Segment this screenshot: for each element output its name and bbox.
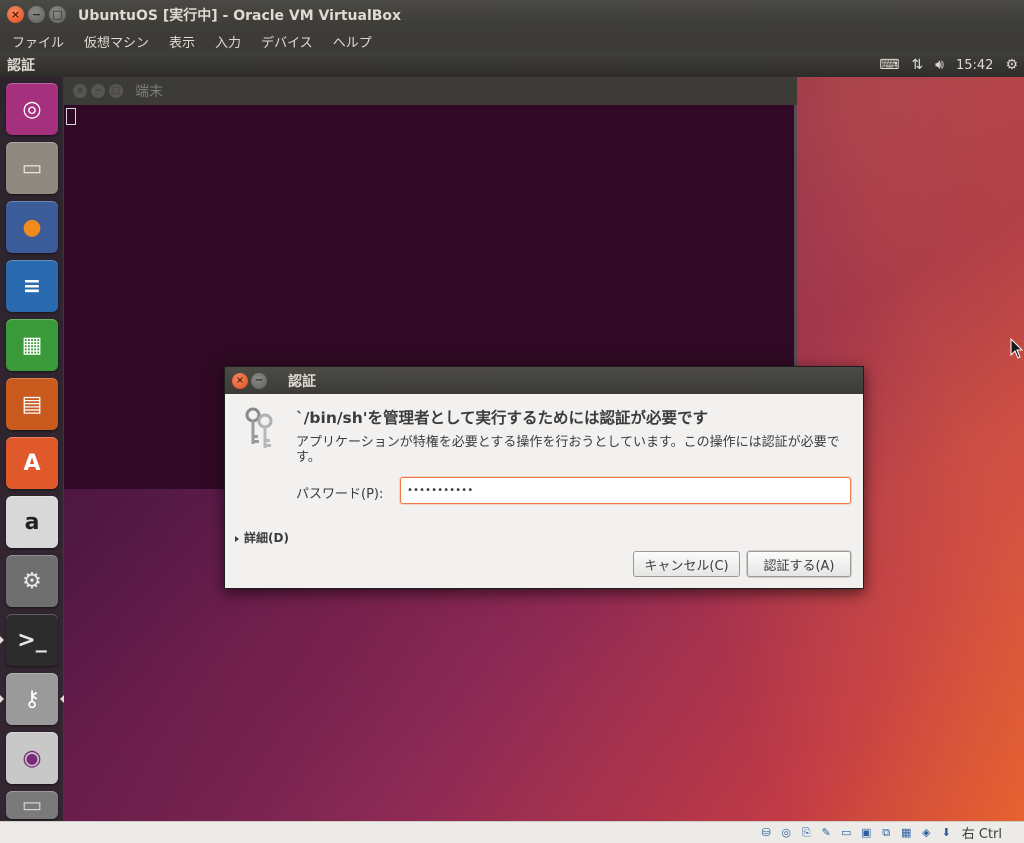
- menu-help[interactable]: ヘルプ: [325, 32, 380, 51]
- vbox-maximize-button[interactable]: □: [49, 6, 66, 23]
- dialog-close-button[interactable]: ×: [232, 372, 248, 389]
- vbox-window-title: UbuntuOS [実行中] - Oracle VM VirtualBox: [78, 7, 402, 24]
- indicator-area: ⌨ ⇅ 🔊︎ 15:42 ⚙: [879, 53, 1018, 77]
- launcher-dvd-drive-icon[interactable]: ◉: [6, 732, 58, 784]
- mouse-integration-icon[interactable]: ◈: [918, 824, 935, 841]
- vbox-menubar: ファイル 仮想マシン 表示 入力 デバイス ヘルプ: [0, 29, 1024, 53]
- launcher-authentication-keys-icon[interactable]: ⚷: [6, 673, 58, 725]
- terminal-close-button[interactable]: ×: [73, 84, 87, 98]
- vbox-window-controls: × − □: [7, 6, 66, 23]
- terminal-maximize-button[interactable]: □: [109, 84, 123, 98]
- cancel-button[interactable]: キャンセル(C): [633, 551, 740, 577]
- keyboard-capture-icon[interactable]: ⬇: [938, 824, 955, 841]
- authentication-dialog: × − 認証 `/bin/sh'を管理者として実行するためには認証が必要です ア…: [224, 366, 864, 589]
- expander-arrow-icon: [235, 535, 239, 542]
- menu-machine[interactable]: 仮想マシン: [76, 32, 157, 51]
- hard-disk-icon[interactable]: ⛁: [758, 824, 775, 841]
- dialog-message: アプリケーションが特権を必要とする操作を行おうとしています。この操作には認証が必…: [296, 435, 840, 465]
- vbox-statusbar: ⛁ ◎ ⎘ ✎ ▭ ▣ ⧉ ▦ ◈ ⬇ 右 Ctrl: [0, 821, 1024, 843]
- launcher-libreoffice-impress-icon[interactable]: ▤: [6, 378, 58, 430]
- mouse-pointer-icon: [1010, 338, 1024, 359]
- network-icon[interactable]: ⇅: [911, 57, 923, 73]
- keyboard-icon[interactable]: ⌨: [879, 57, 899, 73]
- network-adapter-icon[interactable]: ▣: [858, 824, 875, 841]
- vbox-close-button[interactable]: ×: [7, 6, 24, 23]
- vbox-titlebar: × − □ UbuntuOS [実行中] - Oracle VM Virtual…: [0, 0, 1024, 29]
- clock[interactable]: 15:42: [956, 58, 993, 73]
- menu-view[interactable]: 表示: [161, 32, 203, 51]
- host-key-label: 右 Ctrl: [961, 827, 1002, 842]
- dialog-heading: `/bin/sh'を管理者として実行するためには認証が必要です: [296, 409, 709, 427]
- vbox-minimize-button[interactable]: −: [28, 6, 45, 23]
- dialog-titlebar: × − 認証: [225, 367, 863, 394]
- launcher-firefox-icon[interactable]: ●: [6, 201, 58, 253]
- launcher-trash-icon[interactable]: ▭: [6, 791, 58, 819]
- details-label: 詳細(D): [244, 531, 289, 545]
- terminal-cursor: [66, 108, 76, 125]
- unity-launcher: ◎ ▭ ● ≡ ▦ ▤ Aa ⚙ >_ ⚷ ◉ ▭: [0, 77, 64, 821]
- details-expander[interactable]: 詳細(D): [235, 529, 289, 546]
- menu-file[interactable]: ファイル: [4, 32, 72, 51]
- launcher-amazon-icon[interactable]: a: [6, 496, 58, 548]
- ubuntu-top-panel: 認証 ⌨ ⇅ 🔊︎ 15:42 ⚙: [0, 53, 1024, 77]
- authenticate-button[interactable]: 認証する(A): [747, 551, 851, 577]
- terminal-titlebar: × − □ 端末: [64, 77, 797, 105]
- video-capture-icon[interactable]: ⧉: [878, 824, 895, 841]
- password-input[interactable]: [400, 477, 851, 504]
- menu-input[interactable]: 入力: [207, 32, 249, 51]
- dialog-title: 認証: [288, 373, 316, 390]
- launcher-system-settings-icon[interactable]: ⚙: [6, 555, 58, 607]
- active-app-name: 認証: [7, 58, 35, 74]
- usb-icon[interactable]: ⎘: [798, 824, 815, 841]
- shared-folder-icon[interactable]: ✎: [818, 824, 835, 841]
- password-label: パスワード(P):: [296, 487, 384, 502]
- settings-gear-icon[interactable]: ⚙: [1005, 57, 1018, 73]
- terminal-minimize-button[interactable]: −: [91, 84, 105, 98]
- keys-icon: [245, 407, 273, 448]
- volume-icon[interactable]: 🔊︎: [935, 57, 944, 73]
- launcher-ubuntu-dash-icon[interactable]: ◎: [6, 83, 58, 135]
- launcher-terminal-icon[interactable]: >_: [6, 614, 58, 666]
- guest-screen[interactable]: 認証 ⌨ ⇅ 🔊︎ 15:42 ⚙ ◎ ▭ ● ≡ ▦ ▤ Aa ⚙ >_ ⚷ ◉ ▭ × − □ 端…: [0, 53, 1024, 821]
- optical-disk-icon[interactable]: ◎: [778, 824, 795, 841]
- terminal-title: 端末: [135, 84, 163, 100]
- launcher-files-icon[interactable]: ▭: [6, 142, 58, 194]
- launcher-libreoffice-calc-icon[interactable]: ▦: [6, 319, 58, 371]
- running-indicator: [0, 695, 4, 703]
- running-indicator: [0, 636, 4, 644]
- dialog-minimize-button[interactable]: −: [251, 372, 267, 389]
- launcher-libreoffice-writer-icon[interactable]: ≡: [6, 260, 58, 312]
- launcher-ubuntu-software-icon[interactable]: A: [6, 437, 58, 489]
- cpu-icon[interactable]: ▦: [898, 824, 915, 841]
- display-icon[interactable]: ▭: [838, 824, 855, 841]
- menu-devices[interactable]: デバイス: [253, 32, 321, 51]
- focused-indicator: [60, 695, 64, 703]
